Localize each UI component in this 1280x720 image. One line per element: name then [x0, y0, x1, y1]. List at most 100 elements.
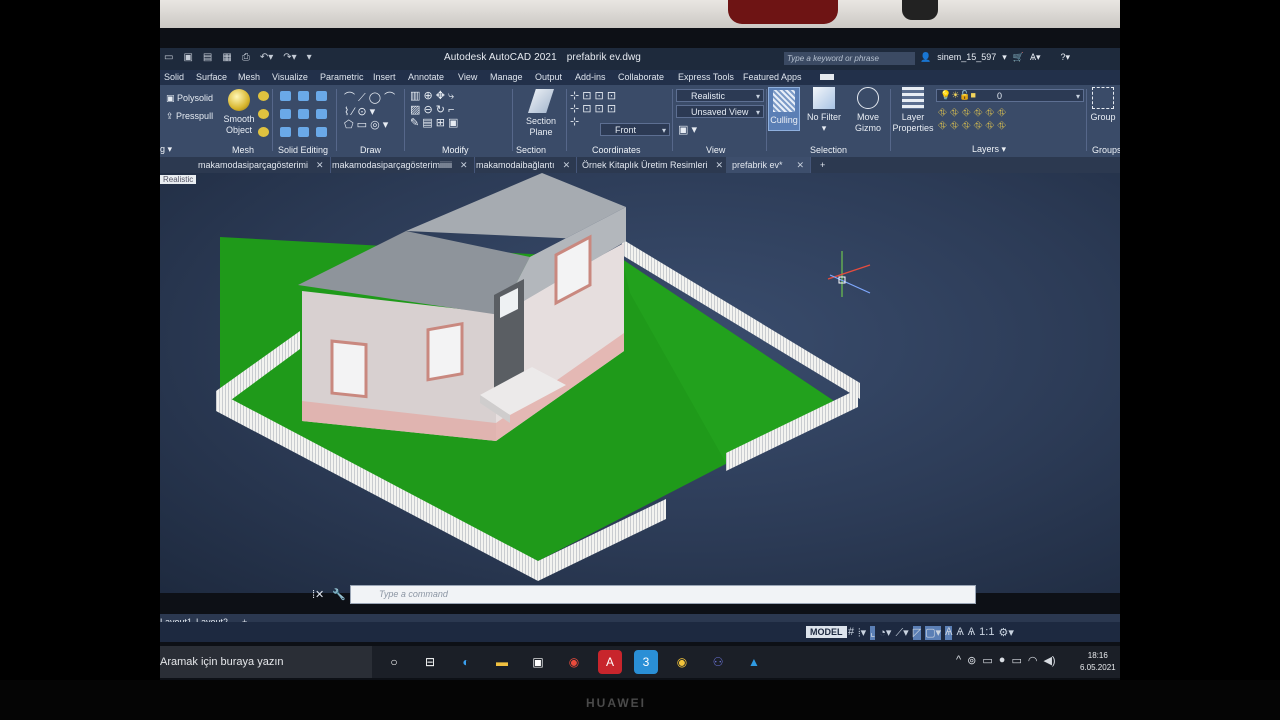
visual-style-dropdown[interactable]: Realistic	[676, 89, 764, 103]
mesh-refine-icon[interactable]	[258, 127, 269, 137]
tab-output[interactable]: Output	[535, 72, 562, 82]
undo-icon[interactable]: ↶▾	[260, 52, 273, 63]
cart-icon[interactable]: 🛒	[1013, 52, 1024, 63]
mesh-sphere-icon[interactable]	[258, 91, 269, 101]
app-3-icon[interactable]: 3	[634, 650, 658, 674]
volume-icon[interactable]: ◀)	[1043, 654, 1055, 667]
wrench-icon[interactable]: 🔧	[332, 588, 346, 601]
doc-tab[interactable]: makamodasiparçagösterimiiiiii ✕	[326, 157, 475, 173]
close-icon[interactable]: ✕	[563, 160, 571, 170]
drawing-viewport[interactable]: Realistic	[160, 173, 1120, 593]
doc-tab[interactable]: makamodasiparçagösterimi ✕	[192, 157, 331, 173]
battery-icon[interactable]: ▭	[982, 654, 992, 667]
section-plane-button[interactable]: Section Plane	[518, 89, 564, 138]
store-icon[interactable]: ▣	[526, 650, 550, 674]
tab-parametric[interactable]: Parametric	[320, 72, 364, 82]
close-icon[interactable]: ⁞✕	[312, 588, 324, 601]
command-input[interactable]: Type a command	[350, 585, 976, 604]
redo-icon[interactable]: ↷▾	[283, 52, 296, 63]
thicken-icon[interactable]	[316, 127, 327, 137]
visual-style-label[interactable]: Realistic	[160, 175, 197, 184]
autocad-icon[interactable]: A	[598, 650, 622, 674]
separate-icon[interactable]	[298, 91, 309, 101]
presspull-button[interactable]: ⇪ Presspull	[166, 111, 213, 122]
microphone-icon[interactable]: ●	[999, 654, 1006, 667]
tab-annotate[interactable]: Annotate	[408, 72, 444, 82]
viewport-config-icon[interactable]: ▣ ▾	[678, 123, 697, 136]
tab-featured-apps[interactable]: Featured Apps	[743, 72, 802, 82]
union-icon[interactable]	[316, 91, 327, 101]
teams-icon[interactable]: ⚇	[706, 650, 730, 674]
save-icon[interactable]: ▤	[203, 52, 212, 63]
tab-solid[interactable]: Solid	[164, 72, 184, 82]
tab-express-tools[interactable]: Express Tools	[678, 72, 734, 82]
print-icon[interactable]: ⎙	[242, 52, 250, 63]
user-icon[interactable]: 👤	[920, 52, 931, 63]
scale-value[interactable]: 1:1	[979, 626, 994, 640]
taskbar-search-input[interactable]: Aramak için buraya yazın	[160, 646, 372, 678]
task-view-icon[interactable]: ⊟	[418, 650, 442, 674]
close-icon[interactable]: ✕	[460, 160, 468, 170]
polysolid-button[interactable]: ▣ Polysolid	[166, 93, 213, 104]
tab-collaborate[interactable]: Collaborate	[618, 72, 664, 82]
chrome-icon[interactable]: ◉	[562, 650, 586, 674]
model-space-button[interactable]: MODEL	[806, 626, 847, 638]
chrome-canary-icon[interactable]: ◉	[670, 650, 694, 674]
annotation-scale-icon[interactable]: Ѧ	[956, 626, 963, 640]
open-icon[interactable]: ▣	[183, 52, 192, 63]
new-tab-button[interactable]: +	[814, 157, 831, 173]
intersect-icon[interactable]	[298, 127, 309, 137]
polar-icon[interactable]: ◔▾	[879, 626, 891, 640]
subtract-icon[interactable]	[298, 109, 309, 119]
tab-visualize[interactable]: Visualize	[272, 72, 308, 82]
ribbon-toggle-icon[interactable]	[820, 74, 834, 80]
modify-tools[interactable]: ▥ ⊕ ✥ ⤷ ▨ ⊖ ↻ ⌐ ✎ ▤ ⊞ ▣	[410, 89, 458, 129]
network-icon[interactable]: ⊚	[967, 654, 976, 667]
ucs-front-dropdown[interactable]: Front	[600, 123, 670, 137]
photos-icon[interactable]: ▲	[742, 650, 766, 674]
close-icon[interactable]: ✕	[716, 160, 724, 170]
no-filter-button[interactable]: No Filter ▾	[802, 87, 846, 134]
ortho-icon[interactable]: ⌞	[870, 626, 876, 640]
object-snap-icon[interactable]: ◸	[912, 626, 922, 640]
saveas-icon[interactable]: ▦	[222, 52, 231, 63]
mesh-smooth-icon[interactable]	[258, 109, 269, 119]
user-name[interactable]: sinem_15_597	[937, 52, 996, 63]
layer-properties-button[interactable]: Layer Properties	[892, 87, 934, 134]
tab-surface[interactable]: Surface	[196, 72, 227, 82]
doc-tab[interactable]: Örnek Kitaplık Üretim Resimleri ✕	[576, 157, 731, 173]
osnap-icon[interactable]: ▢▾	[925, 626, 942, 640]
edge-icon[interactable]: ◐	[454, 650, 478, 674]
tab-insert[interactable]: Insert	[373, 72, 396, 82]
layer-tools[interactable]: ⛗ ⛗ ⛗ ⛗ ⛗ ⛗ ⛗ ⛗ ⛗ ⛗ ⛗ ⛗	[938, 107, 1006, 133]
search-input[interactable]: Type a keyword or phrase	[784, 52, 915, 65]
move-gizmo-button[interactable]: Move Gizmo	[848, 87, 888, 134]
named-view-dropdown[interactable]: Unsaved View	[676, 105, 764, 119]
draw-tools[interactable]: ⌒ ⟋ ◯ ⌒ ⌇ ⁄ ⊙ ▾ ⬠ ▭ ◎ ▾	[344, 89, 395, 131]
gear-icon[interactable]: ⚙▾	[998, 626, 1013, 640]
tab-addins[interactable]: Add-ins	[575, 72, 606, 82]
culling-button[interactable]: Culling	[768, 87, 800, 131]
slice-icon[interactable]	[316, 109, 327, 119]
help-icon[interactable]: ?▾	[1061, 52, 1071, 63]
tab-view[interactable]: View	[458, 72, 477, 82]
group-button[interactable]: Group	[1088, 87, 1118, 123]
chevron-up-icon[interactable]: ^	[956, 654, 961, 667]
close-icon[interactable]: ✕	[797, 160, 805, 170]
new-icon[interactable]: ▭	[164, 52, 173, 63]
shell-icon[interactable]	[280, 127, 291, 137]
clock[interactable]: 18:16 6.05.2021	[1080, 650, 1116, 674]
doc-tab-active[interactable]: prefabrik ev* ✕	[726, 157, 812, 173]
display-icon[interactable]: ▭	[1011, 654, 1021, 667]
fillet-edge-icon[interactable]	[280, 109, 291, 119]
snap-icon[interactable]: ⦙▾	[858, 626, 866, 640]
wifi-icon[interactable]: ◠	[1028, 654, 1038, 667]
autodesk-a-icon[interactable]: Ѧ▾	[1030, 52, 1041, 63]
chevron-down-icon[interactable]: ▾	[1002, 52, 1007, 63]
tab-manage[interactable]: Manage	[490, 72, 523, 82]
tab-mesh[interactable]: Mesh	[238, 72, 260, 82]
isodraft-icon[interactable]: ⟋▾	[895, 626, 908, 640]
autoscale-icon[interactable]: Ѧ	[968, 626, 975, 640]
extrude-face-icon[interactable]	[280, 91, 291, 101]
customize-icon[interactable]: ▾	[307, 52, 312, 63]
